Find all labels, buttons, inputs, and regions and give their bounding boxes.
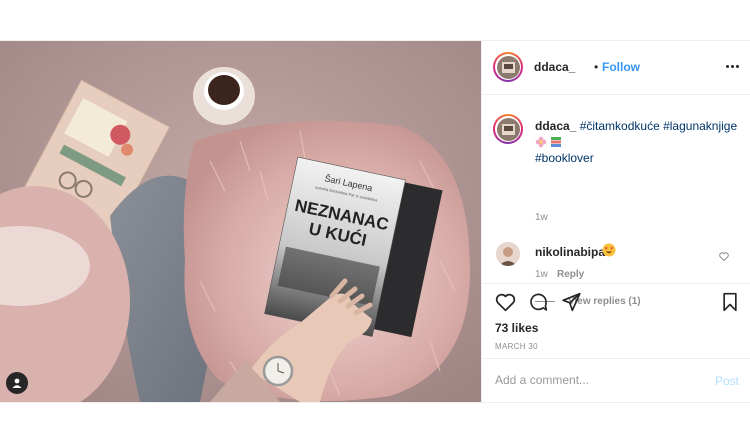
avatar[interactable] [493, 52, 523, 82]
share-icon[interactable] [561, 292, 582, 317]
add-comment-input[interactable] [495, 371, 695, 389]
photo-illustration: Šari Lapena autorka bestselera Par iz su… [0, 41, 481, 402]
more-options-icon[interactable] [726, 65, 739, 68]
hashtag-lagunaknjige[interactable]: #lagunaknjige [663, 119, 737, 133]
heart-eyes-emoji [602, 243, 616, 257]
bookmark-icon[interactable] [721, 292, 739, 317]
comment-icon[interactable] [528, 292, 549, 317]
comment-time[interactable]: 1w [535, 269, 548, 280]
post-comment-button[interactable]: Post [715, 374, 739, 388]
books-emoji [550, 136, 562, 148]
likes-count[interactable]: 73 likes [495, 321, 538, 335]
user-tag-icon[interactable] [6, 372, 28, 394]
caption: ddaca_ #čitamkodkuće #lagunaknjige #book… [535, 118, 740, 166]
comment-like-heart-icon[interactable] [719, 248, 729, 266]
post-header: ddaca_ • Follow [482, 41, 750, 95]
post-photo[interactable]: Šari Lapena autorka bestselera Par iz su… [0, 41, 481, 402]
post-details-panel: ddaca_ • Follow ddaca_ #čitamkodkuće #la… [481, 41, 750, 402]
separator-dot: • [594, 60, 599, 74]
post-actions: 73 likes MARCH 30 [482, 283, 750, 358]
avatar-image [496, 55, 520, 79]
follow-button[interactable]: Follow [602, 60, 640, 74]
comments-section: ddaca_ #čitamkodkuće #lagunaknjige #book… [482, 95, 750, 307]
flower-emoji [535, 136, 547, 148]
hashtag-booklover[interactable]: #booklover [535, 151, 594, 165]
heart-icon[interactable] [495, 292, 516, 317]
caption-avatar[interactable] [493, 114, 523, 144]
hashtag-citamkodkuce[interactable]: #čitamkodkuće [580, 119, 660, 133]
comment-avatar[interactable] [496, 242, 520, 266]
instagram-post: Šari Lapena autorka bestselera Par iz su… [0, 40, 750, 403]
add-comment-bar: Post [482, 358, 750, 403]
post-username[interactable]: ddaca_ [534, 60, 575, 74]
caption-time[interactable]: 1w [535, 212, 548, 223]
caption-username[interactable]: ddaca_ [535, 119, 576, 133]
post-date[interactable]: MARCH 30 [495, 342, 538, 351]
caption-avatar-image [496, 117, 520, 141]
comment-username[interactable]: nikolinabipa [535, 245, 605, 259]
reply-button[interactable]: Reply [557, 269, 584, 280]
